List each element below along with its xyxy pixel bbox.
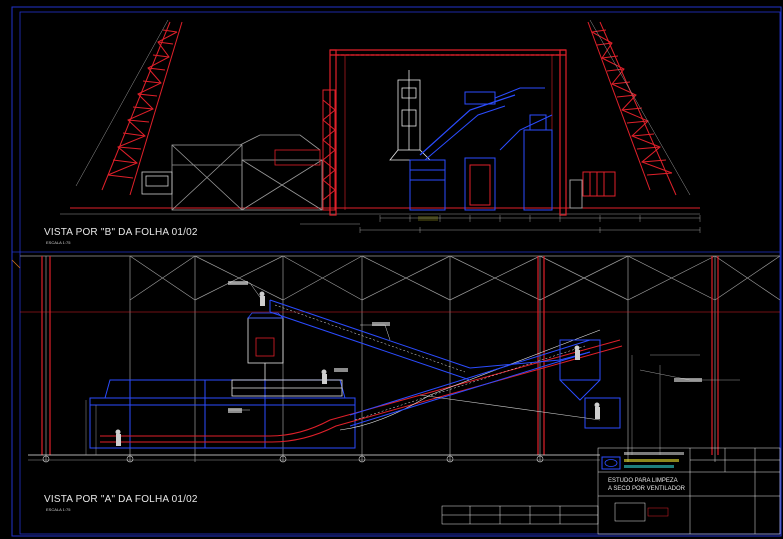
view-a-title: VISTA POR "A" DA FOLHA 01/02	[44, 494, 198, 505]
upper-dimension-chain	[300, 215, 701, 233]
company-logo	[601, 452, 684, 470]
blue-equipment-upper	[409, 87, 553, 211]
filter-tower	[389, 70, 431, 161]
inner-frame	[19, 11, 781, 535]
outer-frame	[11, 6, 782, 537]
column-grid	[20, 255, 781, 462]
right-red-hopper	[569, 171, 616, 209]
portal-frame	[329, 49, 567, 216]
view-b-scale: ESCALA 1:75	[46, 240, 71, 245]
project-title-line2: A SECO POR VENTILADOR	[608, 486, 686, 492]
view-b-title: VISTA POR "B" DA FOLHA 01/02	[44, 227, 198, 238]
lower-hopper	[89, 379, 356, 449]
left-margin-mark	[11, 259, 21, 269]
annotation-leaders	[228, 282, 391, 411]
left-hopper-structures	[141, 134, 323, 211]
central-tower	[322, 89, 336, 211]
drawing-sheet	[11, 6, 782, 537]
right-lattice-boom	[587, 19, 691, 196]
red-columns	[41, 256, 719, 455]
lower-view	[20, 255, 781, 463]
view-a-scale: ESCALA 1:75	[46, 507, 71, 512]
project-title-line1: ESTUDO PARA LIMPEZA	[608, 478, 678, 484]
inclined-conveyors	[269, 299, 621, 429]
axis-markers	[42, 455, 544, 463]
left-lattice-boom	[75, 19, 183, 196]
human-figures	[115, 291, 600, 446]
upper-view	[60, 19, 701, 233]
